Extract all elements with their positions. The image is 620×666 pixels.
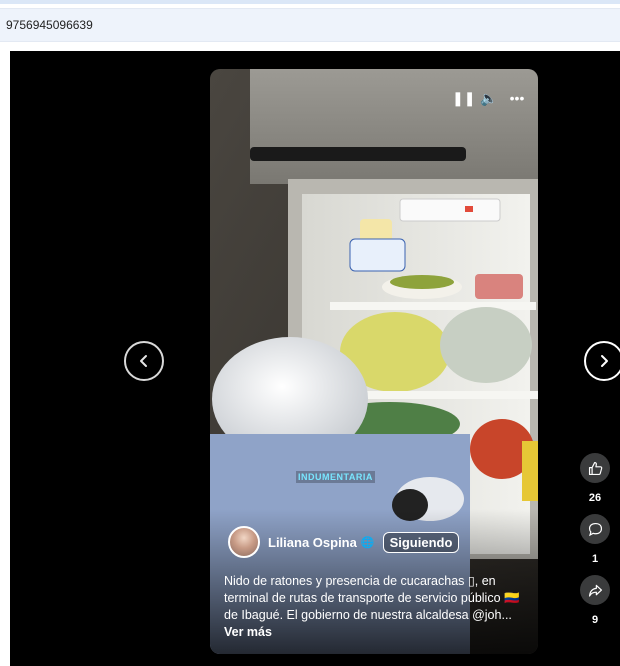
viewer-stage: ❚❚ 🔈 ••• INDUMENTARIA Liliana Ospina 🌐 S… xyxy=(10,51,620,666)
chevron-left-icon xyxy=(140,355,147,367)
video-frame xyxy=(210,69,538,654)
volume-icon[interactable]: 🔈 xyxy=(480,91,498,105)
pause-icon[interactable]: ❚❚ xyxy=(452,91,475,105)
next-button[interactable] xyxy=(584,341,620,381)
like-button[interactable] xyxy=(580,453,610,483)
author-name[interactable]: Liliana Ospina xyxy=(268,535,357,550)
like-count: 26 xyxy=(588,492,602,504)
caption-text: Nido de ratones y presencia de cucaracha… xyxy=(224,574,520,622)
share-count: 9 xyxy=(591,614,599,626)
reaction-actions: 26 1 9 xyxy=(578,453,612,636)
see-more-link[interactable]: Ver más xyxy=(224,625,272,639)
author-row: Liliana Ospina 🌐 Siguiendo xyxy=(228,526,460,558)
avatar[interactable] xyxy=(228,526,260,558)
globe-icon: 🌐 xyxy=(360,536,375,549)
share-icon xyxy=(588,584,602,597)
post-caption: Nido de ratones y presencia de cucaracha… xyxy=(224,573,524,641)
video-player[interactable]: ❚❚ 🔈 ••• INDUMENTARIA Liliana Ospina 🌐 S… xyxy=(210,69,538,654)
comment-count: 1 xyxy=(591,553,599,565)
thumbs-up-icon xyxy=(588,461,602,475)
url-text: 9756945096639 xyxy=(6,18,93,32)
comment-button[interactable] xyxy=(580,514,610,544)
chevron-right-icon xyxy=(601,355,608,367)
comment-icon xyxy=(588,522,602,536)
video-controls: ❚❚ 🔈 ••• xyxy=(452,91,526,105)
top-border xyxy=(0,0,620,4)
following-button[interactable]: Siguiendo xyxy=(382,531,460,553)
share-button[interactable] xyxy=(580,575,610,605)
previous-button[interactable] xyxy=(124,341,164,381)
more-options-icon[interactable]: ••• xyxy=(508,91,526,105)
video-overlay-text: INDUMENTARIA xyxy=(296,471,375,483)
address-bar[interactable]: 9756945096639 xyxy=(0,8,620,42)
